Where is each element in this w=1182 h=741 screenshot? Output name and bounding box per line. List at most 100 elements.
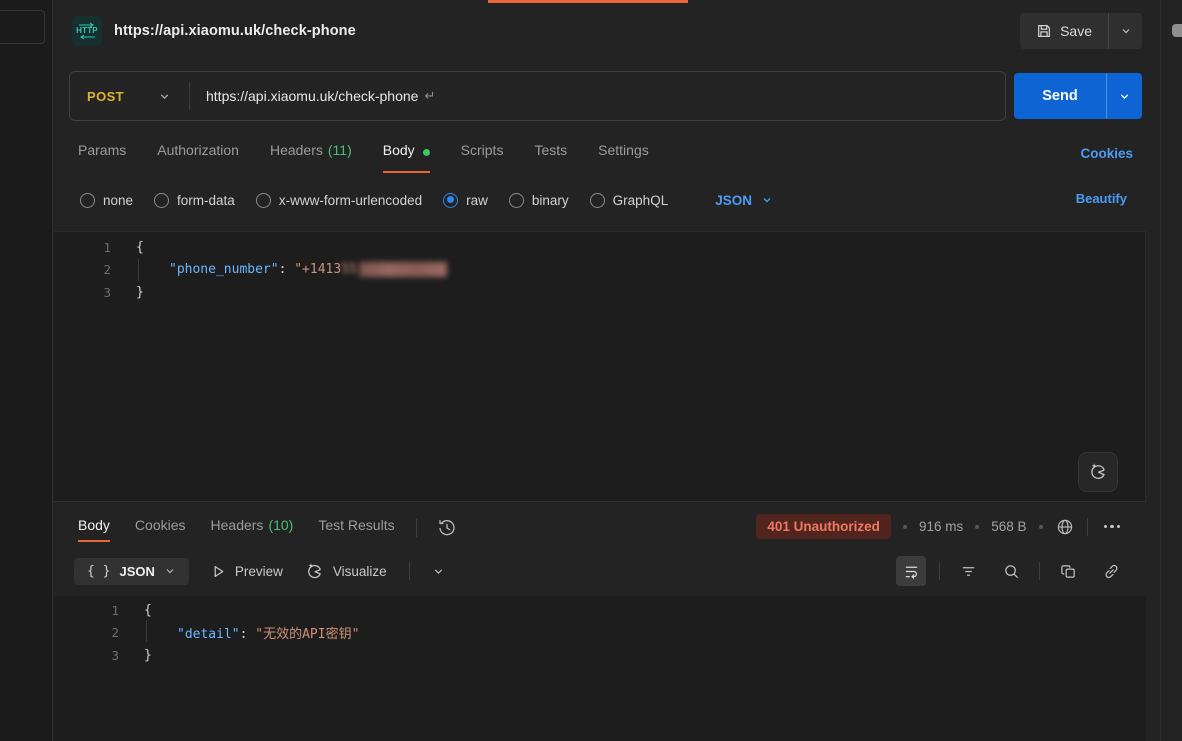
chevron-down-icon xyxy=(1120,25,1132,37)
method-selector[interactable]: POST xyxy=(70,89,189,104)
status-badge[interactable]: 401 Unauthorized xyxy=(756,514,891,539)
preview-label: Preview xyxy=(235,564,283,579)
radio-graphql[interactable]: GraphQL xyxy=(590,193,669,208)
open-brace: { xyxy=(144,603,152,618)
divider xyxy=(409,562,410,580)
code-line: 1 { xyxy=(54,236,1145,259)
radio-circle-selected xyxy=(443,193,458,208)
search-button[interactable] xyxy=(996,556,1026,586)
close-brace: } xyxy=(136,285,144,300)
response-meta-bar: 401 Unauthorized 916 ms 568 B xyxy=(756,514,1124,539)
response-size[interactable]: 568 B xyxy=(991,519,1026,534)
line-number: 2 xyxy=(54,262,136,277)
more-options-button[interactable] xyxy=(1100,521,1125,533)
response-panel: Body Cookies Headers(10) Test Results 40… xyxy=(54,501,1146,741)
divider xyxy=(1039,562,1040,580)
response-tab-test-results[interactable]: Test Results xyxy=(314,514,398,542)
response-tab-bar: Body Cookies Headers(10) Test Results xyxy=(74,512,460,544)
copy-button[interactable] xyxy=(1053,556,1083,586)
chevron-down-icon xyxy=(164,565,176,577)
send-options-button[interactable] xyxy=(1106,73,1142,119)
save-button-label: Save xyxy=(1060,23,1092,39)
url-bar: POST https://api.xiaomu.uk/check-phone ↵ xyxy=(69,71,1006,121)
divider xyxy=(1087,518,1088,536)
beautify-link[interactable]: Beautify xyxy=(1076,191,1127,206)
send-button-group: Send xyxy=(1014,73,1142,119)
left-sidebar xyxy=(0,0,53,741)
tab-scripts[interactable]: Scripts xyxy=(461,139,504,173)
indent-guide xyxy=(146,620,147,642)
response-headers-count: (10) xyxy=(268,517,293,533)
radio-circle xyxy=(80,193,95,208)
response-tab-body[interactable]: Body xyxy=(74,514,114,542)
radio-form-data[interactable]: form-data xyxy=(154,193,235,208)
filter-icon xyxy=(960,563,977,580)
chevron-down-icon xyxy=(1118,90,1131,103)
tab-tests[interactable]: Tests xyxy=(534,139,567,173)
radio-x-www-form-urlencoded[interactable]: x-www-form-urlencoded xyxy=(256,193,422,208)
save-icon xyxy=(1036,23,1052,39)
response-body-editor[interactable]: 1 { 2 "detail": "无效的API密钥" 3 } xyxy=(54,596,1146,741)
preview-button[interactable]: Preview xyxy=(211,564,283,579)
response-time[interactable]: 916 ms xyxy=(919,519,963,534)
line-number: 1 xyxy=(54,240,136,255)
wrap-text-button[interactable] xyxy=(896,556,926,586)
response-tab-cookies[interactable]: Cookies xyxy=(131,514,190,542)
dot xyxy=(1110,525,1114,529)
code-line: 1 { xyxy=(54,599,1146,622)
close-brace: } xyxy=(144,648,152,663)
network-info-button[interactable] xyxy=(1055,517,1075,537)
request-tab-bar: Params Authorization Headers(11) Body Sc… xyxy=(78,139,649,173)
visualize-button[interactable]: Visualize xyxy=(305,562,387,581)
dot-separator xyxy=(903,525,907,529)
save-options-button[interactable] xyxy=(1108,13,1142,49)
line-number: 3 xyxy=(54,648,144,663)
link-button[interactable] xyxy=(1096,556,1126,586)
json-key: "detail" xyxy=(177,627,240,642)
response-tab-headers[interactable]: Headers(10) xyxy=(207,514,298,542)
request-body-editor[interactable]: 1 { 2 "phone_number": "+141355 3 } xyxy=(54,231,1146,501)
raw-language-dropdown[interactable]: JSON xyxy=(715,193,773,208)
open-brace: { xyxy=(136,240,144,255)
visualize-label: Visualize xyxy=(333,564,387,579)
tab-params[interactable]: Params xyxy=(78,139,126,173)
filter-button[interactable] xyxy=(953,556,983,586)
copy-icon xyxy=(1060,563,1077,580)
tab-authorization[interactable]: Authorization xyxy=(157,139,239,173)
sidebar-partial-item[interactable] xyxy=(0,10,45,44)
tab-settings[interactable]: Settings xyxy=(598,139,649,173)
link-icon xyxy=(1103,563,1120,580)
search-icon xyxy=(1003,563,1020,580)
divider xyxy=(939,562,940,580)
http-request-icon: HTTP xyxy=(72,16,102,46)
radio-none[interactable]: none xyxy=(80,193,133,208)
radio-binary[interactable]: binary xyxy=(509,193,569,208)
response-toolbar-right xyxy=(896,555,1126,587)
tab-headers[interactable]: Headers(11) xyxy=(270,139,352,173)
body-type-selector: none form-data x-www-form-urlencoded raw… xyxy=(80,188,773,212)
format-label: JSON xyxy=(119,564,154,579)
save-button[interactable]: Save xyxy=(1020,13,1108,49)
response-history-button[interactable] xyxy=(434,515,460,541)
response-toolbar: { } JSON Preview Visualize xyxy=(74,555,445,587)
send-button-label: Send xyxy=(1042,88,1077,104)
preview-play-icon xyxy=(211,564,226,579)
send-button[interactable]: Send xyxy=(1014,73,1106,119)
radio-circle xyxy=(590,193,605,208)
url-input[interactable]: https://api.xiaomu.uk/check-phone xyxy=(190,88,418,104)
line-number: 2 xyxy=(54,625,144,640)
line-number: 3 xyxy=(54,285,136,300)
right-sidebar xyxy=(1160,0,1182,741)
method-label: POST xyxy=(87,89,124,104)
postbot-button[interactable] xyxy=(1078,452,1118,492)
request-header-bar: HTTP https://api.xiaomu.uk/check-phone S… xyxy=(54,0,1160,62)
tab-body[interactable]: Body xyxy=(383,139,430,173)
partial-tool-icon[interactable] xyxy=(1172,24,1182,37)
headers-count: (11) xyxy=(328,142,352,158)
main-panel: HTTP https://api.xiaomu.uk/check-phone S… xyxy=(54,0,1160,741)
code-line: 3 } xyxy=(54,644,1146,667)
chevron-down-icon[interactable] xyxy=(432,565,445,578)
radio-raw[interactable]: raw xyxy=(443,193,488,208)
cookies-link[interactable]: Cookies xyxy=(1080,146,1133,161)
response-format-dropdown[interactable]: { } JSON xyxy=(74,558,189,585)
